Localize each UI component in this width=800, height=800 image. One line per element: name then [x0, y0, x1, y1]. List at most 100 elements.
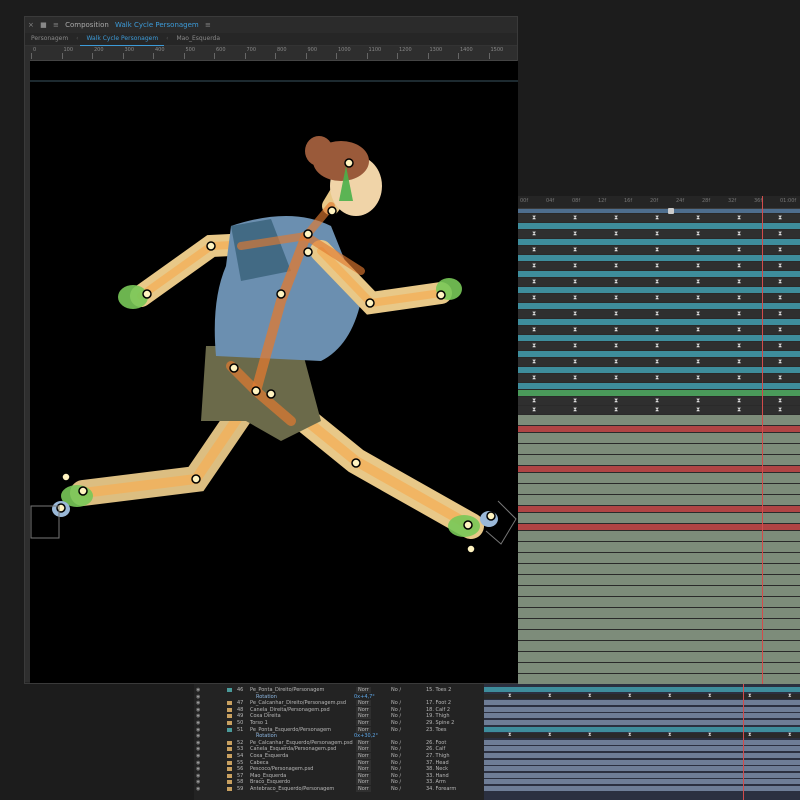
- keyframe-icon[interactable]: ⧗: [573, 262, 577, 270]
- blend-mode-select[interactable]: Norr: [356, 759, 371, 766]
- parent-select[interactable]: 19. Thigh: [426, 713, 450, 719]
- label-color-swatch[interactable]: [227, 773, 232, 778]
- layer-duration-bar[interactable]: [518, 641, 800, 651]
- keyframe-icon[interactable]: ⧗: [588, 732, 592, 738]
- keyframe-icon[interactable]: ⧗: [737, 342, 741, 350]
- layer-duration-bar[interactable]: [484, 720, 800, 725]
- keyframe-icon[interactable]: ⧗: [696, 214, 700, 222]
- keyframe-icon[interactable]: ⧗: [614, 246, 618, 254]
- keyframe-icon[interactable]: ⧗: [655, 406, 659, 414]
- keyframe-icon[interactable]: ⧗: [655, 397, 659, 405]
- keyframe-icon[interactable]: ⧗: [748, 693, 752, 699]
- layer-duration-bar[interactable]: [518, 542, 800, 552]
- keyframe-icon[interactable]: ⧗: [573, 406, 577, 414]
- tab-walk-cycle[interactable]: Walk Cycle Personagem: [80, 33, 165, 46]
- track-matte-select[interactable]: No ∕: [391, 779, 401, 785]
- layer-duration-bar[interactable]: [484, 753, 800, 758]
- layer-row[interactable]: ◉ 51 Pe_Ponta_Esquerdo/Personagem Norr No ∕ 2…: [194, 726, 484, 733]
- visibility-eye-icon[interactable]: ◉: [196, 687, 200, 693]
- parent-select[interactable]: 33. Hand: [426, 773, 449, 779]
- visibility-eye-icon[interactable]: ◉: [196, 786, 200, 792]
- property-row[interactable]: ◉ Rotation 0x+4,7°: [194, 694, 484, 700]
- track-matte-select[interactable]: No ∕: [391, 727, 401, 733]
- parent-select[interactable]: 23. Toes: [426, 727, 447, 733]
- property-value[interactable]: 0x+4,7°: [354, 694, 375, 700]
- keyframe-icon[interactable]: ⧗: [668, 732, 672, 738]
- track-matte-select[interactable]: No ∕: [391, 766, 401, 772]
- layer-duration-bar[interactable]: [518, 630, 800, 640]
- keyframe-icon[interactable]: ⧗: [696, 406, 700, 414]
- layer-row[interactable]: ◉ 49 Coxa Direita Norr No ∕ 19. Thigh: [194, 713, 484, 720]
- visibility-eye-icon[interactable]: ◉: [196, 773, 200, 779]
- keyframe-icon[interactable]: ⧗: [614, 278, 618, 286]
- keyframe-icon[interactable]: ⧗: [778, 278, 782, 286]
- keyframe-icon[interactable]: ⧗: [573, 397, 577, 405]
- track-matte-select[interactable]: No ∕: [391, 786, 401, 792]
- keyframe-icon[interactable]: ⧗: [532, 374, 536, 382]
- keyframe-icon[interactable]: ⧗: [532, 214, 536, 222]
- keyframe-icon[interactable]: ⧗: [748, 732, 752, 738]
- layer-duration-bar[interactable]: [518, 531, 800, 541]
- blend-mode-select[interactable]: Norr: [356, 766, 371, 773]
- layer-row[interactable]: ◉ 46 Pe_Ponta_Direito/Personagem Norr No ∕ 15…: [194, 687, 484, 693]
- visibility-eye-icon[interactable]: ◉: [196, 779, 200, 785]
- layer-name[interactable]: Pe_Calcanhar_Esquerdo/Personagem.psd: [250, 740, 353, 746]
- keyframe-icon[interactable]: ⧗: [655, 278, 659, 286]
- keyframe-icon[interactable]: ⧗: [696, 246, 700, 254]
- keyframe-icon[interactable]: ⧗: [573, 278, 577, 286]
- keyframe-icon[interactable]: ⧗: [614, 310, 618, 318]
- layer-duration-bar[interactable]: [518, 506, 800, 512]
- keyframe-icon[interactable]: ⧗: [737, 358, 741, 366]
- layer-duration-bar[interactable]: [518, 608, 800, 618]
- keyframe-icon[interactable]: ⧗: [573, 294, 577, 302]
- layer-name[interactable]: Pe_Ponta_Direito/Personagem: [250, 687, 324, 693]
- keyframe-icon[interactable]: ⧗: [655, 246, 659, 254]
- keyframe-icon[interactable]: ⧗: [778, 406, 782, 414]
- layer-duration-bar[interactable]: [518, 652, 800, 662]
- keyframe-icon[interactable]: ⧗: [532, 358, 536, 366]
- label-color-swatch[interactable]: [227, 754, 232, 758]
- keyframe-icon[interactable]: ⧗: [655, 230, 659, 238]
- label-color-swatch[interactable]: [227, 787, 232, 791]
- parent-select[interactable]: 17. Foot 2: [426, 700, 451, 706]
- layer-name[interactable]: Torso 1: [250, 720, 268, 726]
- layer-duration-bar[interactable]: [518, 415, 800, 425]
- layer-duration-bar[interactable]: [518, 495, 800, 505]
- layer-duration-bar[interactable]: [518, 444, 800, 454]
- keyframe-icon[interactable]: ⧗: [532, 246, 536, 254]
- layer-row[interactable]: ◉ 55 Cabeca Norr No ∕ 37. Head: [194, 759, 484, 766]
- keyframe-icon[interactable]: ⧗: [532, 262, 536, 270]
- keyframe-icon[interactable]: ⧗: [778, 294, 782, 302]
- parent-select[interactable]: 18. Calf 2: [426, 707, 450, 713]
- keyframe-icon[interactable]: ⧗: [655, 262, 659, 270]
- layer-name[interactable]: Coxa Direita: [250, 713, 281, 719]
- layer-duration-bar[interactable]: [484, 726, 800, 732]
- layer-duration-bar[interactable]: [484, 739, 800, 745]
- track-matte-select[interactable]: No ∕: [391, 746, 401, 752]
- keyframe-icon[interactable]: ⧗: [778, 310, 782, 318]
- keyframe-icon[interactable]: ⧗: [737, 262, 741, 270]
- keyframe-icon[interactable]: ⧗: [696, 397, 700, 405]
- visibility-eye-icon[interactable]: ◉: [196, 727, 200, 733]
- parent-select[interactable]: 38. Neck: [426, 766, 448, 772]
- keyframe-icon[interactable]: ⧗: [655, 294, 659, 302]
- property-row[interactable]: ◉ Rotation 0x+30,2°: [194, 733, 484, 739]
- layer-duration-bar[interactable]: [518, 466, 800, 472]
- blend-mode-select[interactable]: Norr: [356, 779, 371, 786]
- keyframe-icon[interactable]: ⧗: [778, 397, 782, 405]
- layer-duration-bar[interactable]: [518, 303, 800, 309]
- keyframe-icon[interactable]: ⧗: [532, 397, 536, 405]
- keyframe-icon[interactable]: ⧗: [778, 214, 782, 222]
- layer-duration-bar[interactable]: [518, 564, 800, 574]
- layer-row[interactable]: ◉ 54 Coxa_Esquerda Norr No ∕ 27. Thigh: [194, 753, 484, 759]
- layer-name[interactable]: Pescoco/Personagem.psd: [250, 766, 313, 772]
- layer-duration-bar[interactable]: [484, 700, 800, 706]
- layer-duration-bar[interactable]: [518, 335, 800, 341]
- layer-duration-bar[interactable]: [518, 433, 800, 443]
- keyframe-icon[interactable]: ⧗: [778, 230, 782, 238]
- keyframe-icon[interactable]: ⧗: [778, 358, 782, 366]
- parent-select[interactable]: 26. Foot: [426, 740, 446, 746]
- track-matte-select[interactable]: No ∕: [391, 700, 401, 706]
- layer-row[interactable]: ◉ 58 Braco_Esquerdo Norr No ∕ 33. Arm: [194, 779, 484, 786]
- panel-menu-icon[interactable]: ≡: [53, 21, 59, 29]
